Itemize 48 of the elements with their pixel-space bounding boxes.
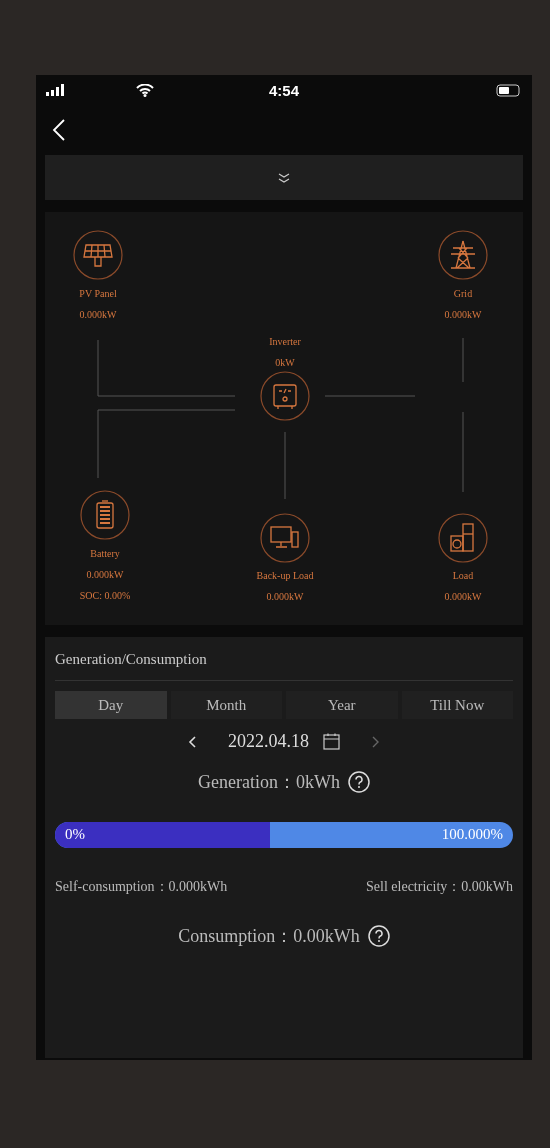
bar-left-label: 0%	[65, 826, 85, 843]
battery-icon	[96, 500, 114, 529]
node-circle	[438, 513, 488, 563]
node-label: PV Panel	[79, 288, 117, 299]
bar-right-label: 100.000%	[441, 826, 503, 843]
section-title: Generation/Consumption	[55, 637, 513, 681]
node-circle	[260, 513, 310, 563]
node-circle	[80, 490, 130, 540]
consumption-total: Consumption：0.00kWh	[178, 925, 360, 948]
self-consumption-text: Self-consumption：0.000kWh	[55, 878, 228, 896]
node-circle	[260, 371, 310, 421]
computer-icon	[270, 526, 299, 548]
node-circle	[73, 230, 123, 280]
help-icon[interactable]	[347, 771, 370, 793]
node-value: 0kW	[275, 357, 295, 368]
power-tower-icon	[450, 240, 476, 269]
battery-status-icon	[496, 83, 522, 97]
calendar-icon[interactable]	[323, 733, 340, 750]
next-date-button[interactable]	[372, 735, 380, 748]
appliances-icon	[450, 523, 474, 552]
double-chevron-icon	[278, 172, 290, 183]
period-tab[interactable]: Month	[170, 691, 282, 719]
inverter-icon	[273, 384, 297, 410]
node-value: 0.000kW	[444, 591, 482, 602]
node-value: 0.000kW	[86, 569, 124, 580]
period-tab[interactable]: Year	[286, 691, 398, 719]
wifi-icon	[136, 83, 154, 97]
node-circle	[438, 230, 488, 280]
node-label: Back-up Load	[256, 570, 314, 581]
previous-date-button[interactable]	[188, 735, 196, 748]
node-value: 0.000kW	[444, 309, 482, 320]
help-icon[interactable]	[367, 925, 390, 947]
node-label: Load	[452, 570, 474, 581]
node-value: 0.000kW	[266, 591, 304, 602]
period-tab[interactable]: Day	[55, 691, 167, 719]
signal-icon	[46, 84, 66, 96]
solar-panel-icon	[83, 244, 113, 267]
sell-electricity-text: Sell electricity：0.00kWh	[366, 878, 513, 896]
node-label: Grid	[453, 288, 473, 299]
node-label: Inverter	[269, 336, 301, 347]
back-button[interactable]	[52, 118, 66, 142]
status-time: 4:54	[269, 81, 299, 99]
node-value: SOC: 0.00%	[79, 590, 131, 601]
date-text: 2022.04.18	[228, 731, 309, 752]
period-tab[interactable]: Till Now	[401, 691, 513, 719]
node-value: 0.000kW	[79, 309, 117, 320]
generation-total: Generation：0kWh	[198, 771, 340, 794]
node-label: Battery	[90, 548, 120, 559]
